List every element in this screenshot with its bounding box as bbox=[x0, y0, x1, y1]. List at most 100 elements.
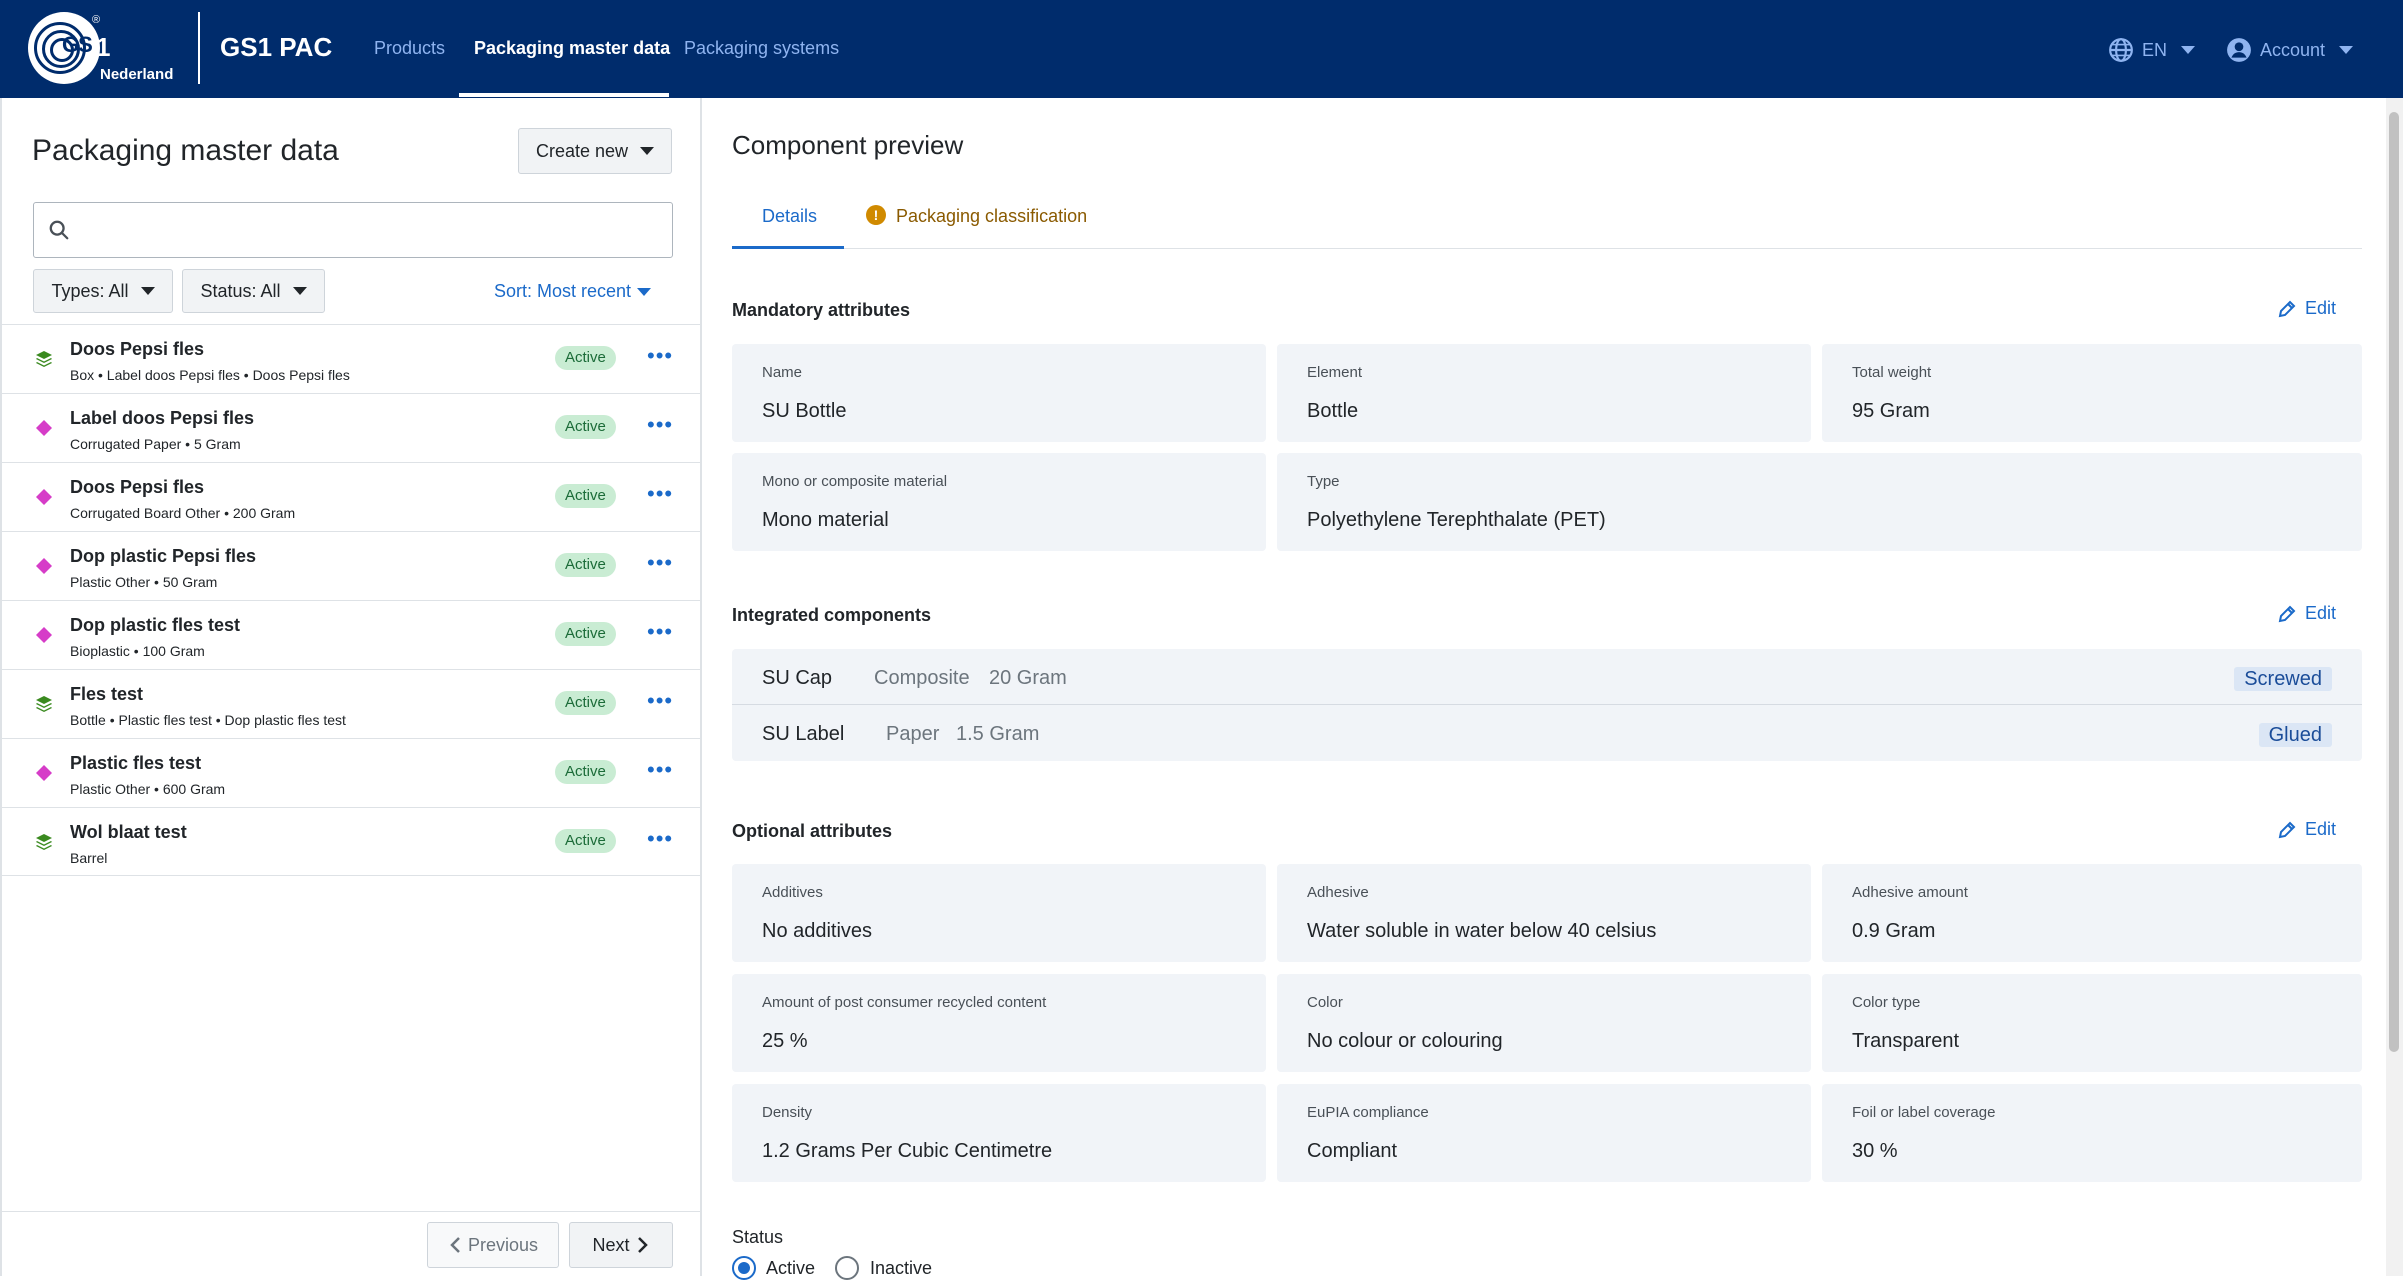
tab-packaging-classification[interactable]: Packaging classification bbox=[896, 206, 1087, 227]
attribute-value: 95 Gram bbox=[1852, 400, 1930, 422]
status-badge: Active bbox=[555, 553, 616, 577]
attribute-card: Color No colour or colouring bbox=[1277, 974, 1811, 1072]
attribute-label: Mono or composite material bbox=[762, 473, 948, 490]
status-filter-label: Status: All bbox=[200, 280, 281, 301]
create-new-label: Create new bbox=[535, 140, 629, 161]
app-name[interactable]: GS1 PAC bbox=[220, 32, 332, 63]
warning-icon: ! bbox=[866, 205, 886, 225]
account-menu[interactable]: Account bbox=[2226, 37, 2354, 63]
more-options-icon[interactable]: ••• bbox=[647, 414, 673, 436]
edit-integrated-button[interactable]: Edit bbox=[2277, 603, 2336, 624]
attribute-card: Type Polyethylene Terephthalate (PET) bbox=[1277, 453, 2362, 551]
tab-details[interactable]: Details bbox=[762, 206, 817, 227]
sort-dropdown[interactable]: Sort: Most recent bbox=[494, 281, 652, 302]
chevron-left-icon bbox=[450, 1237, 460, 1253]
status-active-radio[interactable] bbox=[732, 1256, 756, 1280]
item-name: Doos Pepsi fles bbox=[70, 339, 205, 359]
more-options-icon[interactable]: ••• bbox=[647, 345, 673, 367]
diamond-icon bbox=[36, 558, 52, 574]
attribute-card: Name SU Bottle bbox=[732, 344, 1266, 442]
page-title: Packaging master data bbox=[32, 134, 339, 167]
attribute-label: EuPIA compliance bbox=[1307, 1104, 1429, 1121]
more-options-icon[interactable]: ••• bbox=[647, 828, 673, 850]
more-options-icon[interactable]: ••• bbox=[647, 552, 673, 574]
attribute-card: Amount of post consumer recycled content… bbox=[732, 974, 1266, 1072]
previous-button[interactable]: Previous bbox=[427, 1222, 559, 1268]
layers-icon bbox=[36, 696, 52, 712]
chevron-down-icon bbox=[640, 147, 655, 155]
logo-registered-mark: ® bbox=[92, 14, 101, 26]
list-item[interactable]: Plastic fles test Plastic Other • 600 Gr… bbox=[2, 738, 702, 807]
attribute-card: Adhesive Water soluble in water below 40… bbox=[1277, 864, 1811, 962]
integrated-components-title: Integrated components bbox=[732, 605, 932, 625]
status-filter-button[interactable]: Status: All bbox=[182, 269, 325, 313]
nav-packaging-master-data[interactable]: Packaging master data bbox=[474, 38, 670, 59]
attribute-value: 25 % bbox=[762, 1030, 808, 1052]
list-item[interactable]: Wol blaat test Barrel Active ••• bbox=[2, 807, 702, 876]
list-item[interactable]: Label doos Pepsi fles Corrugated Paper •… bbox=[2, 393, 702, 462]
component-row[interactable]: SU Label Paper 1.5 Gram Glued bbox=[732, 705, 2362, 761]
item-details: Corrugated Paper • 5 Gram bbox=[70, 436, 241, 452]
attribute-label: Additives bbox=[762, 884, 823, 901]
nav-products[interactable]: Products bbox=[374, 38, 445, 59]
attribute-value: 0.9 Gram bbox=[1852, 920, 1936, 942]
attribute-value: Transparent bbox=[1852, 1030, 1960, 1052]
more-options-icon[interactable]: ••• bbox=[647, 759, 673, 781]
connection-tag: Screwed bbox=[2234, 667, 2332, 691]
list-item[interactable]: Dop plastic fles test Bioplastic • 100 G… bbox=[2, 600, 702, 669]
gs1-logo[interactable]: GS bbox=[28, 12, 100, 84]
attribute-value: Mono material bbox=[762, 509, 889, 531]
diamond-icon bbox=[36, 765, 52, 781]
language-selector[interactable]: EN bbox=[2108, 37, 2196, 63]
layers-icon bbox=[36, 351, 52, 367]
item-details: Bottle • Plastic fles test • Dop plastic… bbox=[70, 712, 346, 728]
status-inactive-radio[interactable] bbox=[835, 1256, 859, 1280]
nav-packaging-systems[interactable]: Packaging systems bbox=[684, 38, 839, 59]
types-filter-button[interactable]: Types: All bbox=[33, 269, 173, 313]
more-options-icon[interactable]: ••• bbox=[647, 690, 673, 712]
packaging-list-panel: Packaging master data Create new Types: … bbox=[0, 98, 702, 1276]
attribute-label: Density bbox=[762, 1104, 813, 1121]
edit-label: Edit bbox=[2305, 819, 2337, 839]
search-icon bbox=[49, 220, 69, 240]
list-item[interactable]: Doos Pepsi fles Corrugated Board Other •… bbox=[2, 462, 702, 531]
component-preview-panel: Component preview Details ! Packaging cl… bbox=[704, 98, 2390, 1280]
create-new-button[interactable]: Create new bbox=[518, 128, 672, 174]
status-badge: Active bbox=[555, 484, 616, 508]
attribute-value: Compliant bbox=[1307, 1140, 1398, 1162]
sort-label: Sort: Most recent bbox=[494, 281, 632, 301]
attribute-label: Total weight bbox=[1852, 364, 1932, 381]
mandatory-attributes-title: Mandatory attributes bbox=[732, 300, 911, 320]
logo-country: Nederland bbox=[100, 66, 174, 83]
list-item[interactable]: Doos Pepsi fles Box • Label doos Pepsi f… bbox=[2, 324, 702, 393]
attribute-value: No colour or colouring bbox=[1307, 1030, 1503, 1052]
item-name: Wol blaat test bbox=[70, 822, 187, 842]
item-details: Plastic Other • 600 Gram bbox=[70, 781, 226, 797]
list-item[interactable]: Fles test Bottle • Plastic fles test • D… bbox=[2, 669, 702, 738]
diamond-icon bbox=[36, 627, 52, 643]
attribute-label: Adhesive amount bbox=[1852, 884, 1968, 901]
edit-optional-button[interactable]: Edit bbox=[2277, 819, 2336, 840]
integrated-components-list: SU Cap Composite 20 Gram Screwed SU Labe… bbox=[732, 649, 2362, 761]
preview-title: Component preview bbox=[732, 130, 964, 160]
item-details: Corrugated Board Other • 200 Gram bbox=[70, 505, 296, 521]
optional-attributes-title: Optional attributes bbox=[732, 821, 893, 841]
status-badge: Active bbox=[555, 829, 616, 853]
language-label: EN bbox=[2142, 39, 2168, 60]
more-options-icon[interactable]: ••• bbox=[647, 621, 673, 643]
scrollbar-thumb[interactable] bbox=[2389, 112, 2399, 1052]
search-input[interactable] bbox=[33, 202, 673, 258]
attribute-value: Polyethylene Terephthalate (PET) bbox=[1307, 509, 1606, 531]
more-options-icon[interactable]: ••• bbox=[647, 483, 673, 505]
packaging-list: Doos Pepsi fles Box • Label doos Pepsi f… bbox=[2, 324, 702, 876]
next-button[interactable]: Next bbox=[569, 1222, 673, 1268]
edit-mandatory-button[interactable]: Edit bbox=[2277, 298, 2336, 319]
component-row[interactable]: SU Cap Composite 20 Gram Screwed bbox=[732, 649, 2362, 705]
status-badge: Active bbox=[555, 760, 616, 784]
item-details: Bioplastic • 100 Gram bbox=[70, 643, 205, 659]
pagination-divider bbox=[2, 1211, 702, 1212]
edit-label: Edit bbox=[2305, 603, 2337, 623]
list-item[interactable]: Dop plastic Pepsi fles Plastic Other • 5… bbox=[2, 531, 702, 600]
attribute-card: Color type Transparent bbox=[1822, 974, 2362, 1072]
pencil-icon bbox=[2278, 300, 2296, 317]
